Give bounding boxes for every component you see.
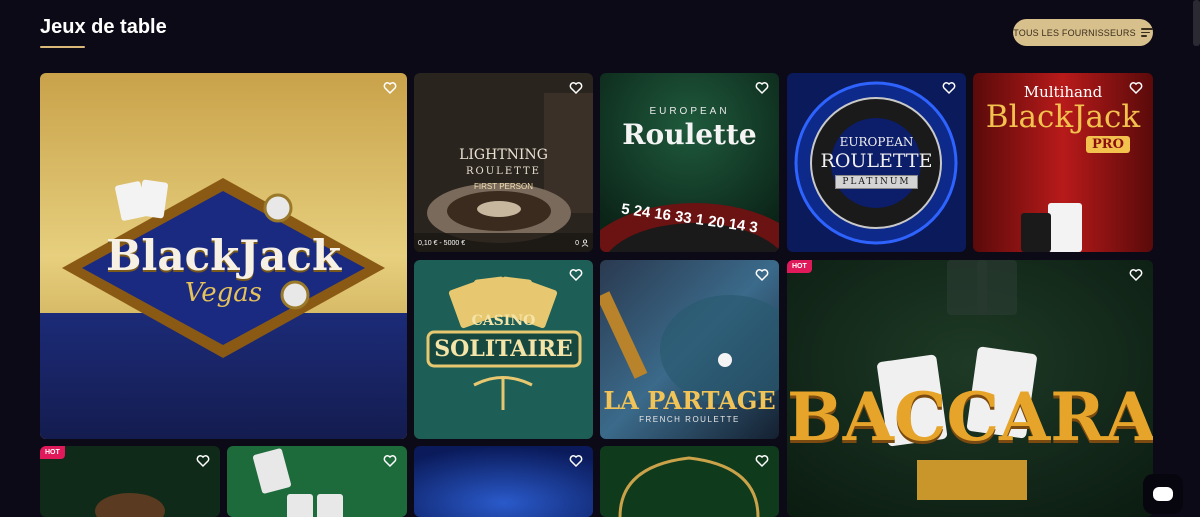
heart-outline-icon[interactable] xyxy=(755,454,769,468)
providers-label: TOUS LES FOURNISSEURS xyxy=(1013,27,1136,38)
european-roulette-label: EUROPEAN xyxy=(649,106,730,117)
blackjack-vegas-title: BlackJack xyxy=(105,231,342,280)
heart-outline-icon[interactable] xyxy=(383,81,397,95)
game-tile-european-roulette[interactable]: EUROPEAN Roulette 5 24 16 33 1 20 14 3 xyxy=(600,73,779,252)
la-partage-title: LA PARTAGE xyxy=(603,386,776,415)
pro-badge: PRO xyxy=(1086,136,1130,153)
game-tile-multihand-blackjack[interactable]: Multihand BlackJack PRO xyxy=(973,73,1153,252)
bottom-1-art xyxy=(40,446,220,517)
heart-outline-icon[interactable] xyxy=(755,268,769,282)
heart-outline-icon[interactable] xyxy=(569,268,583,282)
game-tile-bottom-4[interactable] xyxy=(600,446,779,517)
hot-badge: HOT xyxy=(40,446,65,459)
game-tile-blackjack-vegas[interactable]: BlackJack Vegas xyxy=(40,73,407,439)
platinum-badge-text: PLATINUM xyxy=(835,175,918,189)
heart-outline-icon[interactable] xyxy=(569,81,583,95)
player-count-value: 0 xyxy=(575,239,579,247)
game-tile-lightning-roulette[interactable]: LIGHTNING ROULETTE FIRST PERSON 0,10 € -… xyxy=(414,73,593,252)
bottom-3-art xyxy=(414,446,593,517)
heart-outline-icon[interactable] xyxy=(569,454,583,468)
solitaire-label: CASINO xyxy=(471,313,536,329)
blackjack-vegas-subtitle: Vegas xyxy=(184,278,263,308)
user-icon xyxy=(581,239,589,247)
platinum-title: ROULETTE xyxy=(820,150,933,172)
game-tile-la-partage[interactable]: LA PARTAGE FRENCH ROULETTE xyxy=(600,260,779,439)
lightning-roulette-subtitle: ROULETTE xyxy=(466,166,541,177)
lightning-roulette-title: LIGHTNING xyxy=(459,147,548,163)
bottom-4-art xyxy=(600,446,779,517)
platinum-label: EUROPEAN xyxy=(839,135,914,149)
game-tile-baccarat[interactable]: BACCARAT HOT xyxy=(787,260,1153,517)
heart-outline-icon[interactable] xyxy=(1129,81,1143,95)
heart-outline-icon[interactable] xyxy=(196,454,210,468)
heart-outline-icon[interactable] xyxy=(1129,268,1143,282)
page-title: Jeux de table xyxy=(40,16,167,38)
multihand-title: BlackJack xyxy=(985,99,1141,135)
game-tile-european-roulette-platinum[interactable]: EUROPEAN ROULETTE PLATINUM xyxy=(787,73,966,252)
filter-icon xyxy=(1140,28,1153,37)
bet-limits: 0,10 € - 5000 € xyxy=(418,240,466,247)
chat-icon xyxy=(1153,487,1173,501)
scrollbar[interactable] xyxy=(1193,0,1200,46)
la-partage-subtitle: FRENCH ROULETTE xyxy=(639,415,740,424)
game-tile-bottom-3[interactable] xyxy=(414,446,593,517)
title-underline xyxy=(40,46,85,48)
game-tile-casino-solitaire[interactable]: CASINO SOLITAIRE xyxy=(414,260,593,439)
hot-badge: HOT xyxy=(787,260,812,273)
heart-outline-icon[interactable] xyxy=(755,81,769,95)
game-tile-bottom-2[interactable] xyxy=(227,446,407,517)
all-providers-button[interactable]: TOUS LES FOURNISSEURS xyxy=(1013,19,1153,46)
heart-outline-icon[interactable] xyxy=(383,454,397,468)
solitaire-title: SOLITAIRE xyxy=(434,336,573,362)
baccarat-title: BACCARAT xyxy=(787,378,1153,456)
chat-button[interactable] xyxy=(1143,474,1183,514)
bottom-2-art xyxy=(227,446,407,517)
european-roulette-title: Roulette xyxy=(622,118,757,151)
player-count: 0 xyxy=(575,239,589,247)
game-tile-bottom-1[interactable]: HOT xyxy=(40,446,220,517)
heart-outline-icon[interactable] xyxy=(942,81,956,95)
platinum-badge: PLATINUM xyxy=(787,175,966,189)
lightning-roulette-mode: FIRST PERSON xyxy=(474,182,533,191)
